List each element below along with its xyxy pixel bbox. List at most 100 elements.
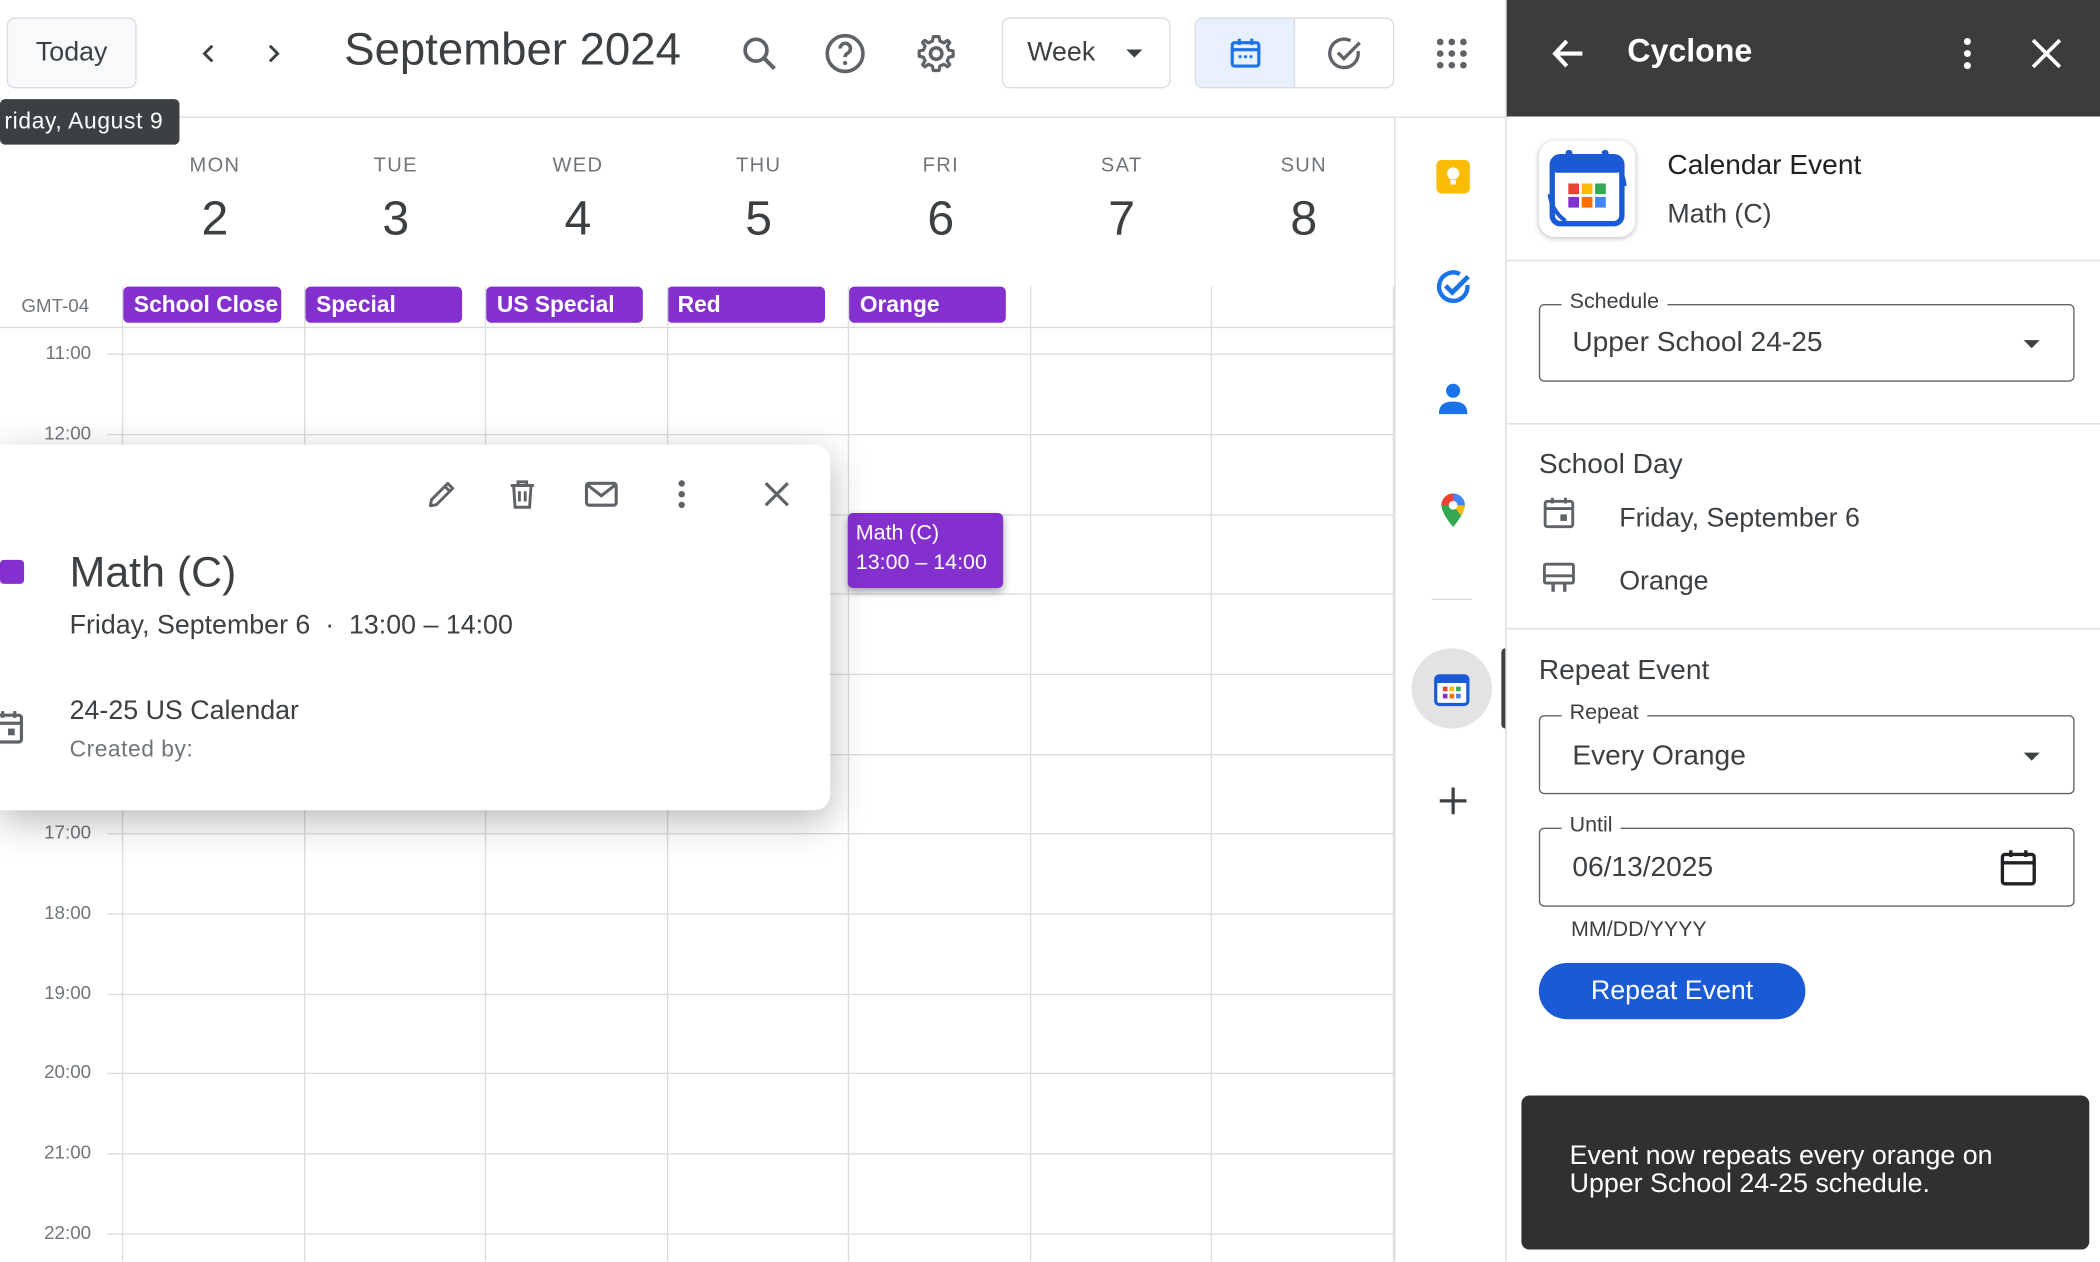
today-button[interactable]: Today xyxy=(6,17,137,89)
month-title: September 2024 xyxy=(344,24,681,76)
calendar-small-icon xyxy=(0,710,27,748)
contacts-person-icon[interactable] xyxy=(1429,375,1477,423)
time-label: 19:00 xyxy=(44,981,92,1004)
allday-event[interactable]: School Close xyxy=(123,286,282,323)
apps-grid-icon[interactable] xyxy=(1425,27,1479,81)
settings-gear-icon[interactable] xyxy=(911,28,962,79)
popup-calendar-name: 24-25 US Calendar xyxy=(69,696,299,726)
event-time: 13:00 – 14:00 xyxy=(855,551,987,575)
day-number[interactable]: 3 xyxy=(305,190,486,246)
task-check-icon xyxy=(1327,36,1361,69)
grid-hour-line xyxy=(107,993,1395,996)
timezone-label: GMT-04 xyxy=(21,294,90,317)
repeat-event-heading: Repeat Event xyxy=(1538,654,1710,686)
tasks-view-toggle[interactable] xyxy=(1295,19,1393,87)
repeat-select[interactable]: Repeat Every Orange xyxy=(1538,701,2075,795)
chevron-down-icon xyxy=(2023,340,2040,349)
side-apps-rail xyxy=(1394,117,1509,1262)
date-picker-icon[interactable] xyxy=(1998,848,2038,888)
allday-event[interactable]: Special xyxy=(305,286,463,323)
page: Today September 2024 Week riday, August … xyxy=(0,0,2100,1262)
day-header-sat[interactable]: SAT 7 xyxy=(1031,154,1212,246)
schedule-select[interactable]: Schedule Upper School 24-25 xyxy=(1538,290,2075,382)
day-number[interactable]: 8 xyxy=(1213,190,1394,246)
repeat-label: Repeat xyxy=(1561,701,1647,726)
school-day-heading: School Day xyxy=(1538,448,1683,480)
calendar-date-icon xyxy=(1542,496,1577,531)
day-header-fri[interactable]: FRI 6 xyxy=(850,154,1031,246)
time-label: 21:00 xyxy=(44,1141,92,1163)
allday-event[interactable]: US Special xyxy=(486,286,643,323)
edit-pencil-icon[interactable] xyxy=(418,470,466,518)
grid-hour-line xyxy=(107,433,1395,436)
help-icon[interactable] xyxy=(820,28,871,79)
day-name: MON xyxy=(189,154,241,177)
time-label: 22:00 xyxy=(44,1221,92,1243)
day-name: THU xyxy=(736,154,782,177)
previous-week-icon[interactable] xyxy=(185,29,233,77)
until-date-input[interactable]: Until 06/13/2025 xyxy=(1538,814,2075,907)
rail-divider xyxy=(1431,598,1472,601)
repeat-event-button[interactable]: Repeat Event xyxy=(1538,962,1806,1020)
day-name: SUN xyxy=(1280,154,1328,177)
grid-column-line xyxy=(1029,286,1032,1262)
grid-column-line xyxy=(1210,286,1213,1262)
view-selector[interactable]: Week xyxy=(1001,17,1171,89)
day-name: FRI xyxy=(922,154,960,177)
until-label: Until xyxy=(1561,814,1621,839)
allday-event[interactable]: Red xyxy=(666,286,826,323)
day-header-mon[interactable]: MON 2 xyxy=(125,154,306,246)
more-options-icon[interactable] xyxy=(658,470,706,518)
day-header-tue[interactable]: TUE 3 xyxy=(305,154,486,246)
tasks-icon[interactable] xyxy=(1429,263,1477,311)
day-name: WED xyxy=(552,154,604,177)
time-label: 20:00 xyxy=(44,1060,92,1083)
panel-title: Cyclone xyxy=(1627,33,1753,70)
repeat-value: Every Orange xyxy=(1572,740,1746,772)
school-day-date: Friday, September 6 xyxy=(1619,503,1860,534)
section-divider xyxy=(1506,423,2100,425)
time-label: 11:00 xyxy=(45,341,92,363)
calendar-icon xyxy=(1230,38,1260,67)
cyclone-addon-icon[interactable] xyxy=(1411,648,1492,729)
grid-hour-line xyxy=(107,833,1395,835)
day-type-icon xyxy=(1542,560,1577,595)
add-plus-icon[interactable] xyxy=(1429,777,1477,825)
day-header-wed[interactable]: WED 4 xyxy=(488,154,669,246)
section-divider xyxy=(1506,628,2100,630)
grid-hour-line xyxy=(107,1153,1395,1155)
calendar-tasks-switch xyxy=(1194,17,1395,89)
popup-event-datetime: Friday, September 6 · 13:00 – 14:00 xyxy=(69,610,513,641)
day-number[interactable]: 6 xyxy=(850,190,1031,246)
close-icon[interactable] xyxy=(753,470,801,518)
grid-column-line xyxy=(847,286,850,1262)
day-header-thu[interactable]: THU 5 xyxy=(668,154,849,246)
day-number[interactable]: 5 xyxy=(668,190,849,246)
top-toolbar: Today September 2024 Week xyxy=(0,0,1506,118)
day-number[interactable]: 2 xyxy=(125,190,306,246)
email-envelope-icon[interactable] xyxy=(577,470,625,518)
day-header-sun[interactable]: SUN 8 xyxy=(1213,154,1394,246)
allday-event[interactable]: Orange xyxy=(849,286,1006,323)
back-arrow-icon[interactable] xyxy=(1544,29,1592,77)
panel-close-icon[interactable] xyxy=(2022,29,2070,77)
popup-created-by: Created by: xyxy=(69,736,194,763)
keep-notes-icon[interactable] xyxy=(1429,153,1477,201)
panel-more-options-icon[interactable] xyxy=(1943,29,1991,77)
allday-divider xyxy=(0,326,1395,329)
time-label: 18:00 xyxy=(44,901,92,923)
calendar-event-math-c[interactable]: Math (C) 13:00 – 14:00 xyxy=(847,512,1004,588)
date-tooltip: riday, August 9 xyxy=(0,99,180,145)
event-name-label: Math (C) xyxy=(1667,199,1772,230)
day-number[interactable]: 4 xyxy=(488,190,669,246)
calendar-view-toggle[interactable] xyxy=(1195,18,1296,88)
day-number[interactable]: 7 xyxy=(1031,190,1212,246)
cyclone-side-panel: Cyclone Calendar Event Math (C) Schedule… xyxy=(1505,0,2100,1262)
maps-pin-icon[interactable] xyxy=(1429,486,1477,534)
grid-hour-line xyxy=(107,913,1395,915)
grid-hour-line xyxy=(107,1233,1395,1235)
delete-trash-icon[interactable] xyxy=(498,470,546,518)
next-week-icon[interactable] xyxy=(249,29,297,77)
view-selector-label: Week xyxy=(1027,37,1096,67)
search-icon[interactable] xyxy=(734,28,785,79)
